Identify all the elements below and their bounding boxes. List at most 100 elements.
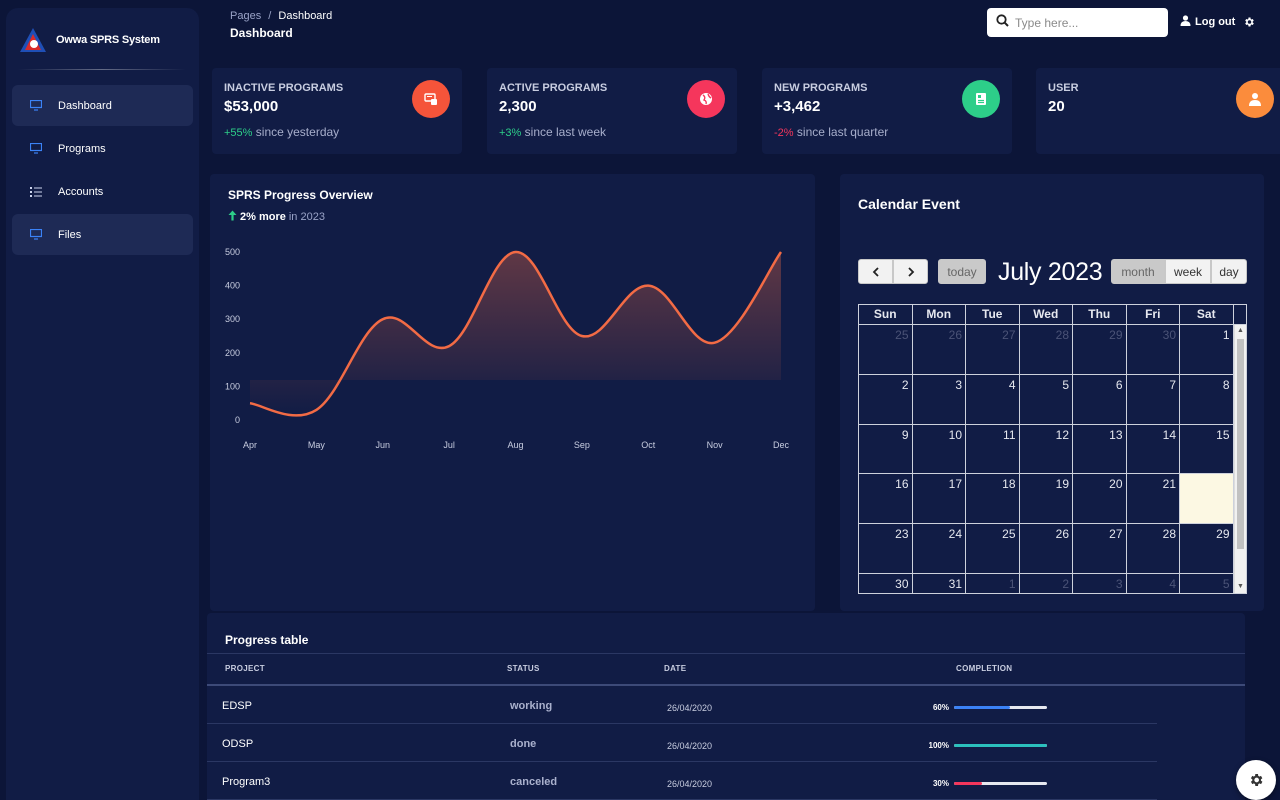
brand[interactable]: Owwa SPRS System bbox=[18, 26, 160, 54]
logout-button[interactable]: Log out bbox=[1180, 15, 1235, 29]
view-month-button[interactable]: month bbox=[1111, 259, 1165, 284]
stat-change: +55% bbox=[224, 127, 253, 139]
calendar-week-row: 23 24 25 26 27 28 29 bbox=[859, 524, 1246, 574]
calendar-day[interactable]: 6 bbox=[1073, 374, 1127, 424]
calendar-next-button[interactable] bbox=[893, 259, 928, 284]
settings-fab-button[interactable] bbox=[1236, 760, 1276, 800]
search-input[interactable] bbox=[1015, 15, 1155, 30]
paper-icon bbox=[962, 80, 1000, 118]
stat-change: +3% bbox=[499, 127, 522, 139]
completion-percent: 100% bbox=[928, 741, 949, 750]
calendar-day[interactable]: 1 bbox=[1180, 325, 1234, 374]
calendar-day[interactable]: 5 bbox=[1020, 374, 1073, 424]
project-status: done bbox=[510, 738, 537, 750]
owwa-logo-icon bbox=[18, 26, 48, 54]
calendar-day[interactable]: 11 bbox=[966, 424, 1020, 474]
table-row[interactable]: ODSP done 26/04/2020 100% bbox=[207, 724, 1157, 762]
calendar-day[interactable]: 18 bbox=[966, 474, 1020, 524]
scroll-down-icon[interactable]: ▼ bbox=[1235, 581, 1246, 593]
sidebar-nav: Dashboard Programs Accounts Files bbox=[12, 85, 193, 257]
view-day-button[interactable]: day bbox=[1211, 259, 1247, 284]
x-tick-label: Jun bbox=[375, 440, 390, 450]
calendar-day[interactable]: 20 bbox=[1073, 474, 1127, 524]
sidebar-item-files[interactable]: Files bbox=[12, 214, 193, 255]
calendar-day[interactable]: 31 bbox=[913, 573, 966, 593]
calendar-day[interactable]: 8 bbox=[1180, 374, 1234, 424]
calendar-day[interactable]: 26 bbox=[1020, 524, 1073, 573]
scroll-up-icon[interactable]: ▲ bbox=[1235, 325, 1246, 337]
calendar-day[interactable]: 28 bbox=[1020, 325, 1073, 374]
x-tick-label: Oct bbox=[641, 440, 656, 450]
calendar-week-row: 9 10 11 12 13 14 15 bbox=[859, 424, 1246, 475]
table-divider bbox=[207, 653, 1245, 654]
calendar-day[interactable]: 5 bbox=[1180, 573, 1234, 593]
calendar-day[interactable]: 25 bbox=[859, 325, 913, 374]
calendar-day[interactable]: 2 bbox=[1020, 573, 1073, 593]
stat-change: -2% bbox=[774, 127, 794, 139]
calendar-scrollbar[interactable]: ▲ ▼ bbox=[1234, 325, 1246, 593]
calendar-day[interactable]: 27 bbox=[966, 325, 1020, 374]
calendar-day[interactable]: 28 bbox=[1127, 524, 1180, 573]
calendar-week-row: 30 31 1 2 3 4 5 bbox=[859, 573, 1246, 593]
list-icon bbox=[30, 186, 42, 198]
calendar-day[interactable]: 21 bbox=[1127, 474, 1180, 524]
calendar-day[interactable]: 3 bbox=[1073, 573, 1127, 593]
chevron-left-icon bbox=[872, 266, 879, 277]
search-icon bbox=[996, 13, 1009, 32]
stat-value: 20 bbox=[1048, 98, 1065, 115]
calendar-day[interactable]: 4 bbox=[966, 374, 1020, 424]
calendar-day[interactable]: 29 bbox=[1073, 325, 1127, 374]
line-chart: 0 100 200 300 400 500 Apr May Jun Jul Aug Sep Oct Nov… bbox=[225, 247, 790, 450]
y-tick-label: 100 bbox=[225, 381, 240, 391]
settings-gear-icon[interactable] bbox=[1243, 15, 1255, 33]
calendar-day[interactable]: 27 bbox=[1073, 524, 1127, 573]
x-tick-label: May bbox=[308, 440, 326, 450]
calendar-day[interactable]: 13 bbox=[1073, 424, 1127, 474]
calendar-day[interactable]: 24 bbox=[913, 524, 966, 573]
calendar-day[interactable]: 30 bbox=[1127, 325, 1180, 374]
calendar-day[interactable]: 14 bbox=[1127, 424, 1180, 474]
calendar-day[interactable]: 17 bbox=[913, 474, 966, 524]
scroll-thumb[interactable] bbox=[1237, 339, 1244, 549]
calendar-day[interactable]: 9 bbox=[859, 424, 913, 474]
calendar-day[interactable]: 19 bbox=[1020, 474, 1073, 524]
breadcrumb-root[interactable]: Pages bbox=[230, 10, 261, 22]
globe-icon bbox=[687, 80, 725, 118]
calendar-day[interactable]: 7 bbox=[1127, 374, 1180, 424]
table-row[interactable]: EDSP working 26/04/2020 60% bbox=[207, 686, 1157, 724]
sidebar-item-dashboard[interactable]: Dashboard bbox=[12, 85, 193, 126]
calendar-day[interactable]: 26 bbox=[913, 325, 966, 374]
y-tick-label: 200 bbox=[225, 348, 240, 358]
gear-icon bbox=[1250, 774, 1263, 786]
sidebar-item-accounts[interactable]: Accounts bbox=[12, 171, 193, 212]
calendar-day[interactable]: 25 bbox=[966, 524, 1020, 573]
sidebar-item-label: Accounts bbox=[58, 185, 104, 198]
calendar-day[interactable]: 16 bbox=[859, 474, 913, 524]
calendar-day[interactable]: 3 bbox=[913, 374, 966, 424]
view-week-button[interactable]: week bbox=[1165, 259, 1211, 284]
weekday-tue: Tue bbox=[966, 305, 1020, 324]
calendar-day[interactable]: 23 bbox=[859, 524, 913, 573]
y-tick-label: 400 bbox=[225, 281, 240, 291]
calendar-day[interactable]: 12 bbox=[1020, 424, 1073, 474]
sidebar-item-programs[interactable]: Programs bbox=[12, 128, 193, 169]
completion-percent: 60% bbox=[932, 703, 949, 712]
search-box[interactable] bbox=[987, 8, 1168, 37]
calendar-prev-button[interactable] bbox=[858, 259, 893, 284]
calendar-day[interactable]: 10 bbox=[913, 424, 966, 474]
calendar-card: Calendar Event today July 2023 month wee… bbox=[840, 174, 1264, 611]
calendar-day[interactable]: 4 bbox=[1127, 573, 1180, 593]
calendar-day[interactable]: 29 bbox=[1180, 524, 1234, 573]
calendar-day[interactable]: 30 bbox=[859, 573, 913, 593]
stat-card-active-programs: ACTIVE PROGRAMS 2,300 +3% since last wee… bbox=[487, 68, 737, 154]
stat-label: ACTIVE PROGRAMS bbox=[499, 82, 608, 94]
calendar-day-today[interactable] bbox=[1180, 474, 1234, 524]
calendar-day[interactable]: 1 bbox=[966, 573, 1020, 593]
calendar-today-button[interactable]: today bbox=[938, 259, 986, 284]
calendar-day[interactable]: 15 bbox=[1180, 424, 1234, 474]
table-row[interactable]: Program3 canceled 26/04/2020 30% bbox=[207, 762, 1157, 800]
calendar-week-row: 25 26 27 28 29 30 1 bbox=[859, 325, 1246, 375]
y-tick-label: 0 bbox=[235, 415, 240, 425]
calendar-day[interactable]: 2 bbox=[859, 374, 913, 424]
project-date: 26/04/2020 bbox=[667, 779, 713, 789]
